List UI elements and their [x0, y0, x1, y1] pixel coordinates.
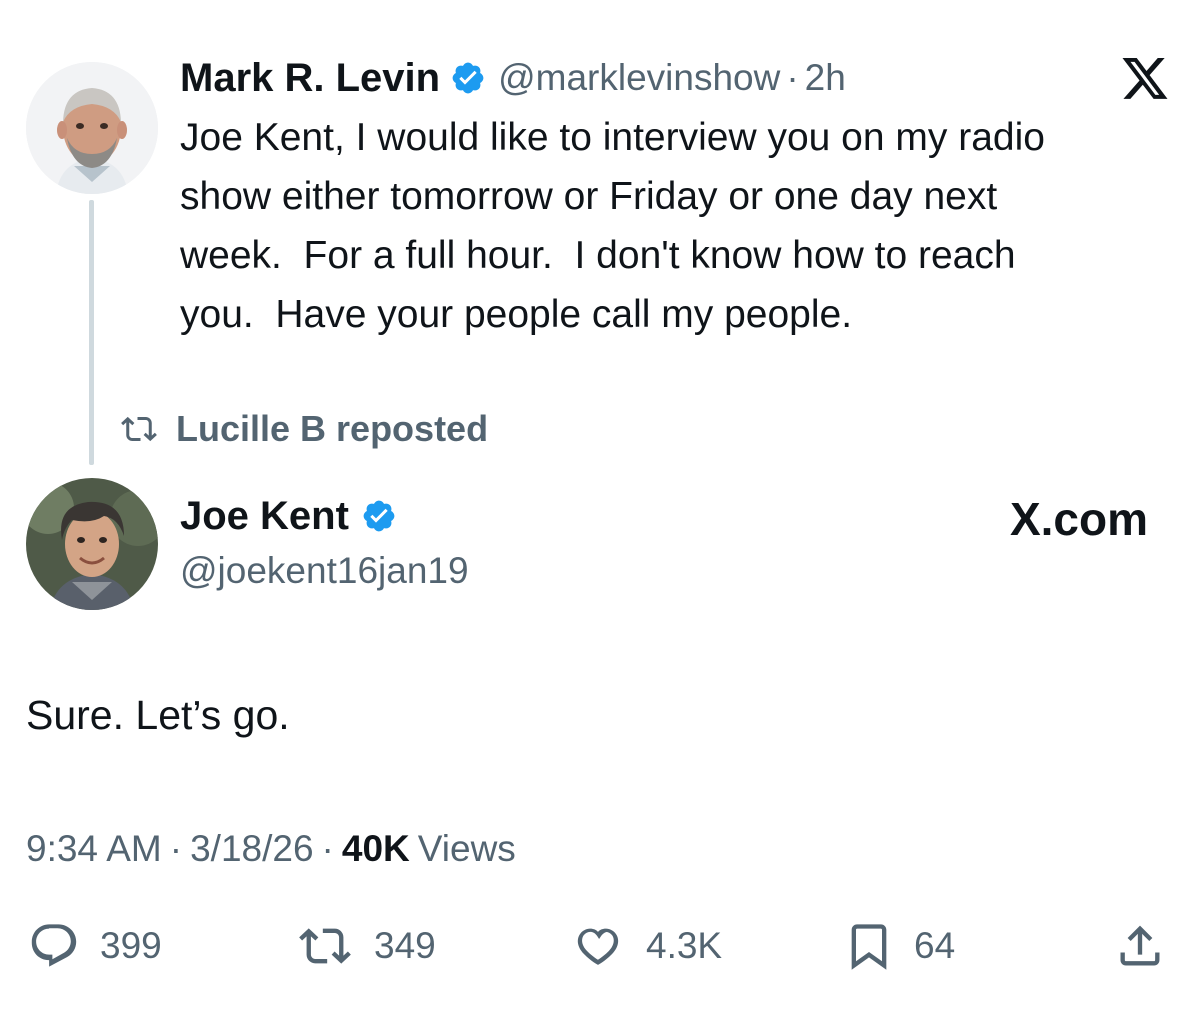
- quoted-tweet-text: Joe Kent, I would like to interview you …: [180, 108, 1180, 344]
- bookmark-icon: [851, 924, 887, 970]
- bookmark-count: 64: [914, 925, 956, 966]
- verified-badge-icon: [452, 62, 484, 94]
- repost-count: 349: [374, 925, 436, 966]
- thread-connector-line: [89, 200, 94, 465]
- repost-icon: [121, 416, 157, 442]
- meta-separator: ·: [321, 828, 334, 869]
- avatar-joe-kent[interactable]: [26, 478, 158, 610]
- reply-icon: [31, 924, 77, 967]
- reply-button[interactable]: 399: [26, 918, 162, 974]
- repost-button[interactable]: 349: [294, 918, 436, 974]
- repost-indicator: Lucille B reposted: [116, 408, 488, 450]
- heart-icon: [577, 928, 619, 965]
- tweet-text-line: show either tomorrow or Friday or one da…: [180, 175, 998, 218]
- post-time[interactable]: 2h: [805, 57, 846, 99]
- verified-badge-icon: [363, 500, 395, 532]
- reply-count: 399: [100, 925, 162, 966]
- author-handle[interactable]: @joekent16jan19: [180, 550, 469, 592]
- repost-label[interactable]: Lucille B reposted: [176, 408, 488, 450]
- repost-icon: [299, 928, 351, 964]
- x-com-brand[interactable]: X.com: [978, 492, 1148, 546]
- quoted-tweet-header: Mark R. Levin @marklevinshow · 2h: [180, 54, 846, 102]
- bookmark-button[interactable]: 64: [842, 918, 955, 974]
- main-tweet-header: Joe Kent: [180, 492, 397, 540]
- tweet-text-line: Joe Kent, I would like to interview you …: [180, 116, 1045, 159]
- author-handle[interactable]: @marklevinshow: [498, 57, 780, 99]
- tweet-text-line: you. Have your people call my people.: [180, 293, 853, 336]
- avatar-mark-levin[interactable]: [26, 62, 158, 194]
- views-label: Views: [417, 828, 516, 869]
- author-name[interactable]: Mark R. Levin: [180, 56, 440, 101]
- author-name[interactable]: Joe Kent: [180, 494, 349, 539]
- main-tweet-text: Sure. Let’s go.: [26, 692, 290, 738]
- x-logo-icon[interactable]: [1120, 58, 1170, 103]
- post-time[interactable]: 9:34 AM: [26, 828, 162, 870]
- person-photo: [26, 62, 158, 194]
- tweet-meta: 9:34 AM · 3/18/26 · 40K Views: [26, 828, 516, 870]
- like-count: 4.3K: [646, 925, 723, 966]
- share-icon[interactable]: [1114, 920, 1166, 972]
- header-separator: ·: [786, 57, 799, 98]
- tweet-text-line: week. For a full hour. I don't know how …: [180, 234, 1016, 277]
- views-count[interactable]: 40K: [342, 828, 410, 870]
- person-photo: [26, 478, 158, 610]
- post-date[interactable]: 3/18/26: [190, 828, 313, 870]
- like-button[interactable]: 4.3K: [568, 918, 722, 974]
- meta-separator: ·: [169, 828, 183, 869]
